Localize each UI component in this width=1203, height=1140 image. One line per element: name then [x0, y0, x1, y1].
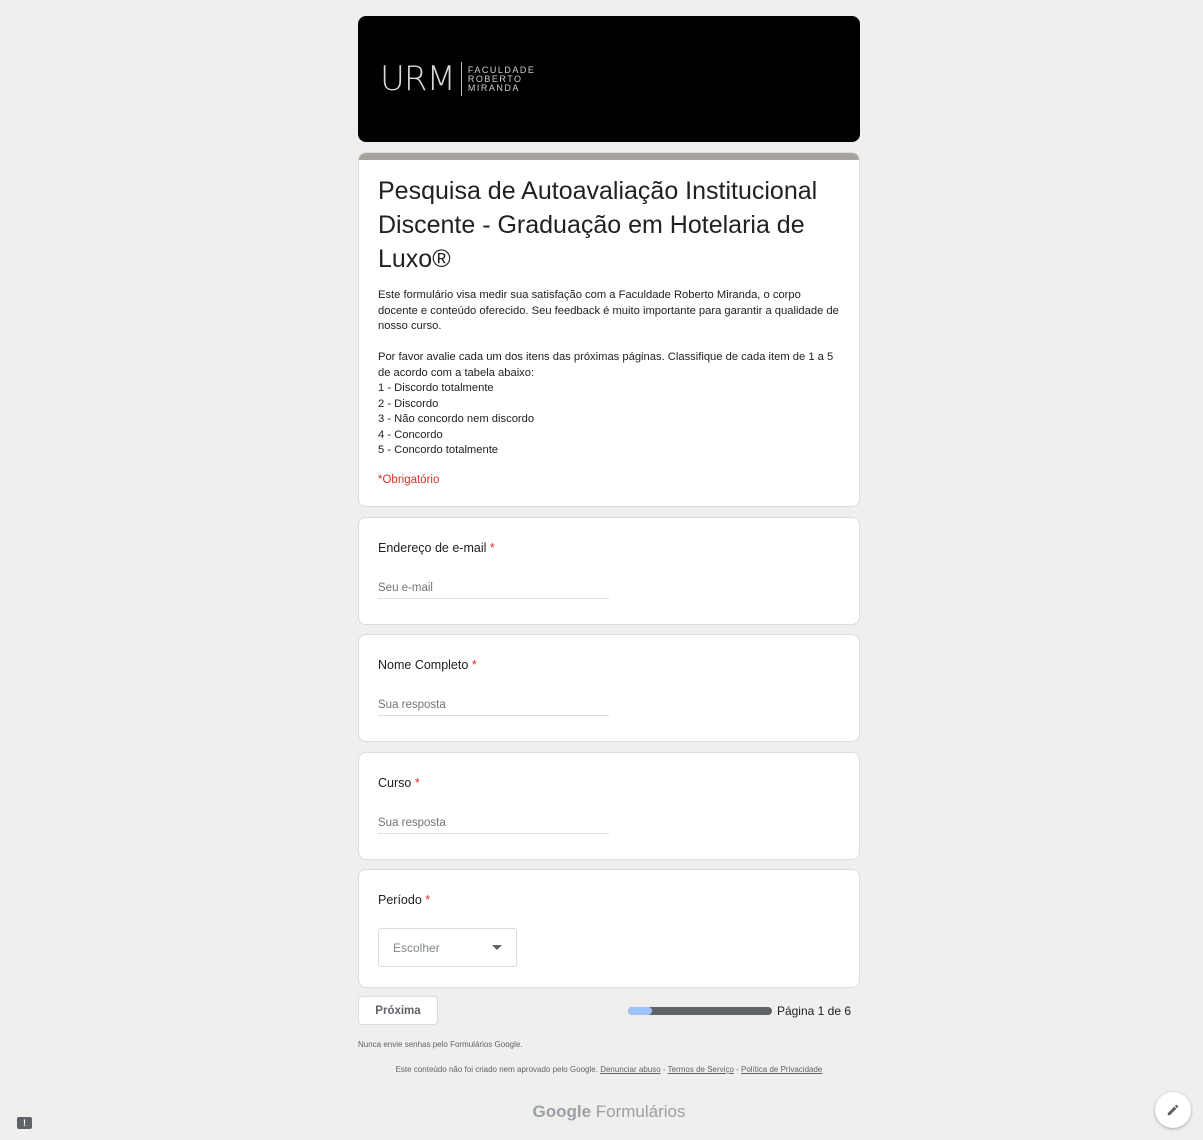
question-name-card: Nome Completo * [358, 634, 860, 742]
email-field[interactable] [378, 582, 609, 599]
page-indicator: Página 1 de 6 [776, 1004, 851, 1018]
progress-bar [628, 1007, 772, 1015]
question-period-card: Período * Escolher [358, 869, 860, 988]
scale-item-5: 5 - Concordo totalmente [378, 444, 499, 456]
pencil-icon [1167, 1104, 1179, 1116]
report-problem-icon[interactable]: ! [17, 1117, 32, 1129]
period-dropdown-value: Escolher [393, 940, 440, 955]
scale-item-2: 2 - Discordo [378, 397, 439, 410]
question-title: Período [378, 893, 422, 907]
period-dropdown[interactable]: Escolher [378, 928, 517, 967]
question-title: Nome Completo [378, 658, 469, 672]
form-description: Este formulário visa medir sua satisfaçã… [378, 288, 840, 459]
logo-divider [460, 62, 462, 96]
logo-mark: URM [380, 59, 456, 99]
question-label: Período * [378, 892, 840, 908]
required-asterisk: * [471, 658, 477, 672]
legal-footer: Este conteúdo não foi criado nem aprovad… [358, 1065, 860, 1075]
google-wordmark: Google [532, 1102, 592, 1121]
scale-item-3: 3 - Não concordo nem discordo [378, 413, 535, 425]
logo-text-line3: MIRANDA [467, 82, 520, 93]
google-forms-logo[interactable]: Google Formulários [358, 1102, 860, 1122]
question-label: Endereço de e-mail * [378, 540, 840, 556]
course-field[interactable] [378, 817, 609, 834]
footer-separator: - [660, 1065, 668, 1074]
header-banner: URM FACULDADE ROBERTO MIRANDA [358, 16, 860, 142]
full-name-field[interactable] [378, 699, 609, 716]
question-title: Curso [378, 776, 412, 790]
report-abuse-link[interactable]: Denunciar abuso [600, 1065, 660, 1074]
description-paragraph-1: Este formulário visa medir sua satisfaçã… [378, 289, 839, 332]
forms-wordmark: Formulários [595, 1102, 686, 1121]
required-asterisk: * [489, 541, 495, 555]
question-course-card: Curso * [358, 752, 860, 860]
question-label: Nome Completo * [378, 657, 840, 673]
form-title: Pesquisa de Autoavaliação Institucional … [378, 177, 818, 273]
scale-item-4: 4 - Concordo [378, 428, 443, 441]
required-asterisk: * [414, 776, 420, 790]
privacy-link[interactable]: Política de Privacidade [741, 1065, 822, 1074]
progress-bar-fill [628, 1007, 652, 1015]
scale-item-1: 1 - Discordo totalmente [378, 382, 494, 394]
question-email-card: Endereço de e-mail * [358, 517, 860, 625]
password-warning: Nunca envie senhas pelo Formulários Goog… [358, 1040, 523, 1049]
edit-button[interactable] [1155, 1092, 1191, 1128]
question-title: Endereço de e-mail [378, 541, 487, 555]
navigation-row: Próxima Página 1 de 6 [358, 996, 860, 1026]
footer-separator: - [733, 1065, 741, 1074]
required-asterisk: * [425, 893, 431, 907]
form-title-card: Pesquisa de Autoavaliação Institucional … [358, 152, 860, 507]
terms-link[interactable]: Termos de Serviço [668, 1065, 734, 1074]
logo-text: FACULDADE ROBERTO MIRANDA [467, 65, 536, 93]
next-button[interactable]: Próxima [358, 996, 438, 1025]
question-label: Curso * [378, 775, 840, 791]
title-accent-bar [359, 153, 859, 160]
required-note: *Obrigatório [378, 473, 440, 486]
dropdown-arrow-icon [492, 945, 502, 950]
description-paragraph-2: Por favor avalie cada um dos itens das p… [378, 351, 834, 379]
disclaimer-text: Este conteúdo não foi criado nem aprovad… [395, 1065, 598, 1074]
institution-logo: URM FACULDADE ROBERTO MIRANDA [380, 62, 535, 96]
